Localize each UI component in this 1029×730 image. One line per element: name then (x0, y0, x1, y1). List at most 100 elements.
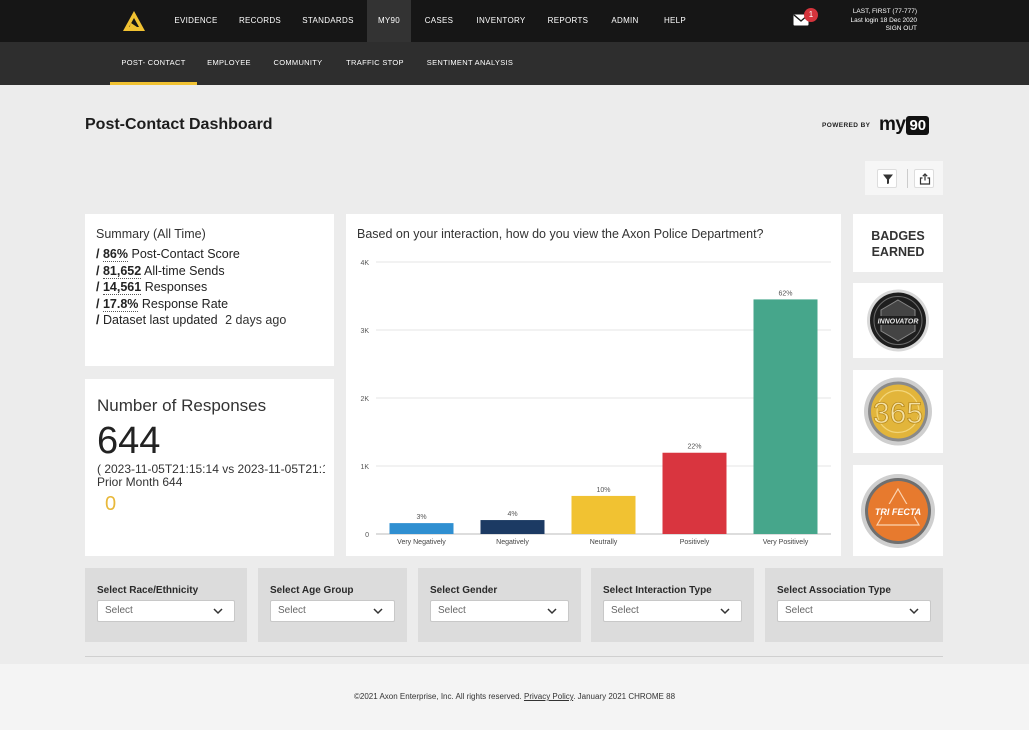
innovator-badge-icon: INNOVATOR (867, 289, 929, 352)
y-tick-label: 4K (360, 260, 369, 267)
responses-label: Responses (144, 280, 208, 295)
badge-365[interactable]: 365 (853, 370, 943, 453)
bar-data-label: 22% (687, 444, 701, 451)
summary-line-responses: / 14,561 Responses (96, 279, 323, 296)
toolbar-divider (907, 169, 908, 188)
x-tick-label: Very Positively (763, 539, 809, 546)
badges-title-line2: EARNED (871, 245, 925, 259)
summary-title: Summary (All Time) (96, 227, 206, 241)
top-nav: EVIDENCE RECORDS STANDARDS MY90 CASES IN… (0, 0, 1029, 42)
interaction-type-select[interactable]: Select (603, 600, 742, 622)
all-time-sends-value: 81,652 (102, 263, 142, 279)
badge-innovator[interactable]: INNOVATOR (853, 283, 943, 358)
responses-value: 14,561 (102, 280, 142, 296)
filter-label: Select Gender (430, 585, 498, 596)
responses-card: Number of Responses 644 ( 2023-11-05T21:… (85, 379, 334, 556)
filter-interaction-type: Select Interaction Type Select (591, 568, 754, 642)
response-rate-label: Response Rate (141, 296, 229, 311)
bar-data-label: 3% (416, 514, 426, 521)
dataset-updated-value: 2 days ago (225, 313, 287, 328)
365-badge-icon: 365 (864, 377, 932, 446)
nav-standards[interactable]: STANDARDS (298, 0, 358, 42)
filter-icon (883, 174, 893, 184)
age-group-select[interactable]: Select (270, 600, 395, 622)
responses-delta: 0 (105, 493, 117, 515)
trifecta-badge-icon: TRI FECTA (861, 474, 935, 548)
nav-my90[interactable]: MY90 (367, 0, 411, 42)
bar-data-label: 10% (596, 487, 610, 494)
filter-button[interactable] (877, 169, 897, 188)
filter-label: Select Association Type (777, 585, 891, 596)
nav-inventory[interactable]: INVENTORY (470, 0, 532, 42)
tab-sentiment-analysis[interactable]: SENTIMENT ANALYSIS (421, 42, 519, 85)
chevron-down-icon (373, 608, 383, 615)
badges-title-line1: BADGES (871, 229, 925, 243)
summary-line-sends: / 81,652 All-time Sends (96, 263, 323, 280)
footer-divider (85, 656, 943, 657)
filter-label: Select Interaction Type (603, 585, 712, 596)
responses-date-range: ( 2023-11-05T21:15:14 vs 2023-11-05T21:1… (97, 462, 325, 476)
dataset-updated-label: Dataset last updated (102, 313, 218, 328)
line-prefix: / (96, 263, 100, 278)
nav-evidence[interactable]: EVIDENCE (168, 0, 224, 42)
brand-text: my (879, 114, 906, 135)
y-tick-label: 2K (360, 396, 369, 403)
tab-community[interactable]: COMMUNITY (268, 42, 328, 85)
y-tick-label: 1K (360, 464, 369, 471)
footer-copyright: ©2021 Axon Enterprise, Inc. All rights r… (353, 692, 522, 701)
axon-logo-icon[interactable] (122, 10, 146, 32)
summary-line-updated: / Dataset last updated 2 days ago (96, 312, 323, 329)
mail-count-badge: 1 (804, 8, 818, 22)
footer-text: ©2021 Axon Enterprise, Inc. All rights r… (0, 692, 1029, 701)
chevron-down-icon (909, 608, 919, 615)
bar-data-label: 62% (778, 290, 792, 297)
last-login: Last login 18 Dec 2020 (850, 16, 918, 24)
bar-data-label: 4% (507, 511, 517, 518)
export-button[interactable] (914, 169, 934, 188)
privacy-policy-link[interactable]: Privacy Policy (524, 692, 573, 701)
user-name: LAST, FIRST (77-777) (852, 8, 917, 15)
gender-select[interactable]: Select (430, 600, 569, 622)
badge-trifecta[interactable]: TRI FECTA (853, 465, 943, 556)
filter-race-ethnicity: Select Race/Ethnicity Select (85, 568, 247, 642)
line-prefix: / (96, 313, 100, 328)
filter-label: Select Age Group (270, 585, 354, 596)
chevron-down-icon (547, 608, 557, 615)
nav-help[interactable]: HELP (657, 0, 693, 42)
nav-records[interactable]: RECORDS (234, 0, 286, 42)
chevron-down-icon (720, 608, 730, 615)
select-placeholder: Select (278, 605, 306, 616)
summary-card: Summary (All Time) / 86% Post-Contact Sc… (85, 214, 334, 366)
filter-gender: Select Gender Select (418, 568, 581, 642)
chevron-down-icon (213, 608, 223, 615)
dashboard-toolbar (865, 161, 943, 195)
summary-line-rate: / 17.8% Response Rate (96, 296, 323, 313)
tab-traffic-stop[interactable]: TRAFFIC STOP (342, 42, 408, 85)
responses-prior-month: Prior Month 644 (97, 475, 183, 489)
select-placeholder: Select (785, 605, 813, 616)
x-tick-label: Positively (680, 539, 710, 546)
summary-line-score: / 86% Post-Contact Score (96, 246, 323, 263)
sign-out-link[interactable]: SIGN OUT (851, 25, 917, 34)
sub-nav: POST- CONTACT EMPLOYEE COMMUNITY TRAFFIC… (0, 42, 1029, 85)
line-prefix: / (96, 247, 100, 261)
tab-employee[interactable]: EMPLOYEE (203, 42, 255, 85)
post-contact-score-label: Post-Contact Score (131, 247, 240, 261)
post-contact-score-value: 86% (102, 247, 128, 262)
tab-post-contact[interactable]: POST- CONTACT (110, 42, 197, 85)
filter-association-type: Select Association Type Select (765, 568, 943, 642)
export-icon (919, 173, 931, 185)
nav-cases[interactable]: CASES (419, 0, 459, 42)
select-placeholder: Select (105, 605, 133, 616)
badges-header: BADGES EARNED (853, 214, 943, 272)
nav-reports[interactable]: REPORTS (543, 0, 593, 42)
filter-age-group: Select Age Group Select (258, 568, 407, 642)
nav-admin[interactable]: ADMIN (605, 0, 645, 42)
y-tick-label: 3K (360, 328, 369, 335)
responses-title: Number of Responses (97, 396, 267, 415)
race-ethnicity-select[interactable]: Select (97, 600, 235, 622)
association-type-select[interactable]: Select (777, 600, 931, 622)
all-time-sends-label: All-time Sends (144, 263, 225, 278)
innovator-badge-text: INNOVATOR (878, 319, 919, 326)
user-info: LAST, FIRST (77-777) Last login 18 Dec 2… (851, 8, 918, 34)
